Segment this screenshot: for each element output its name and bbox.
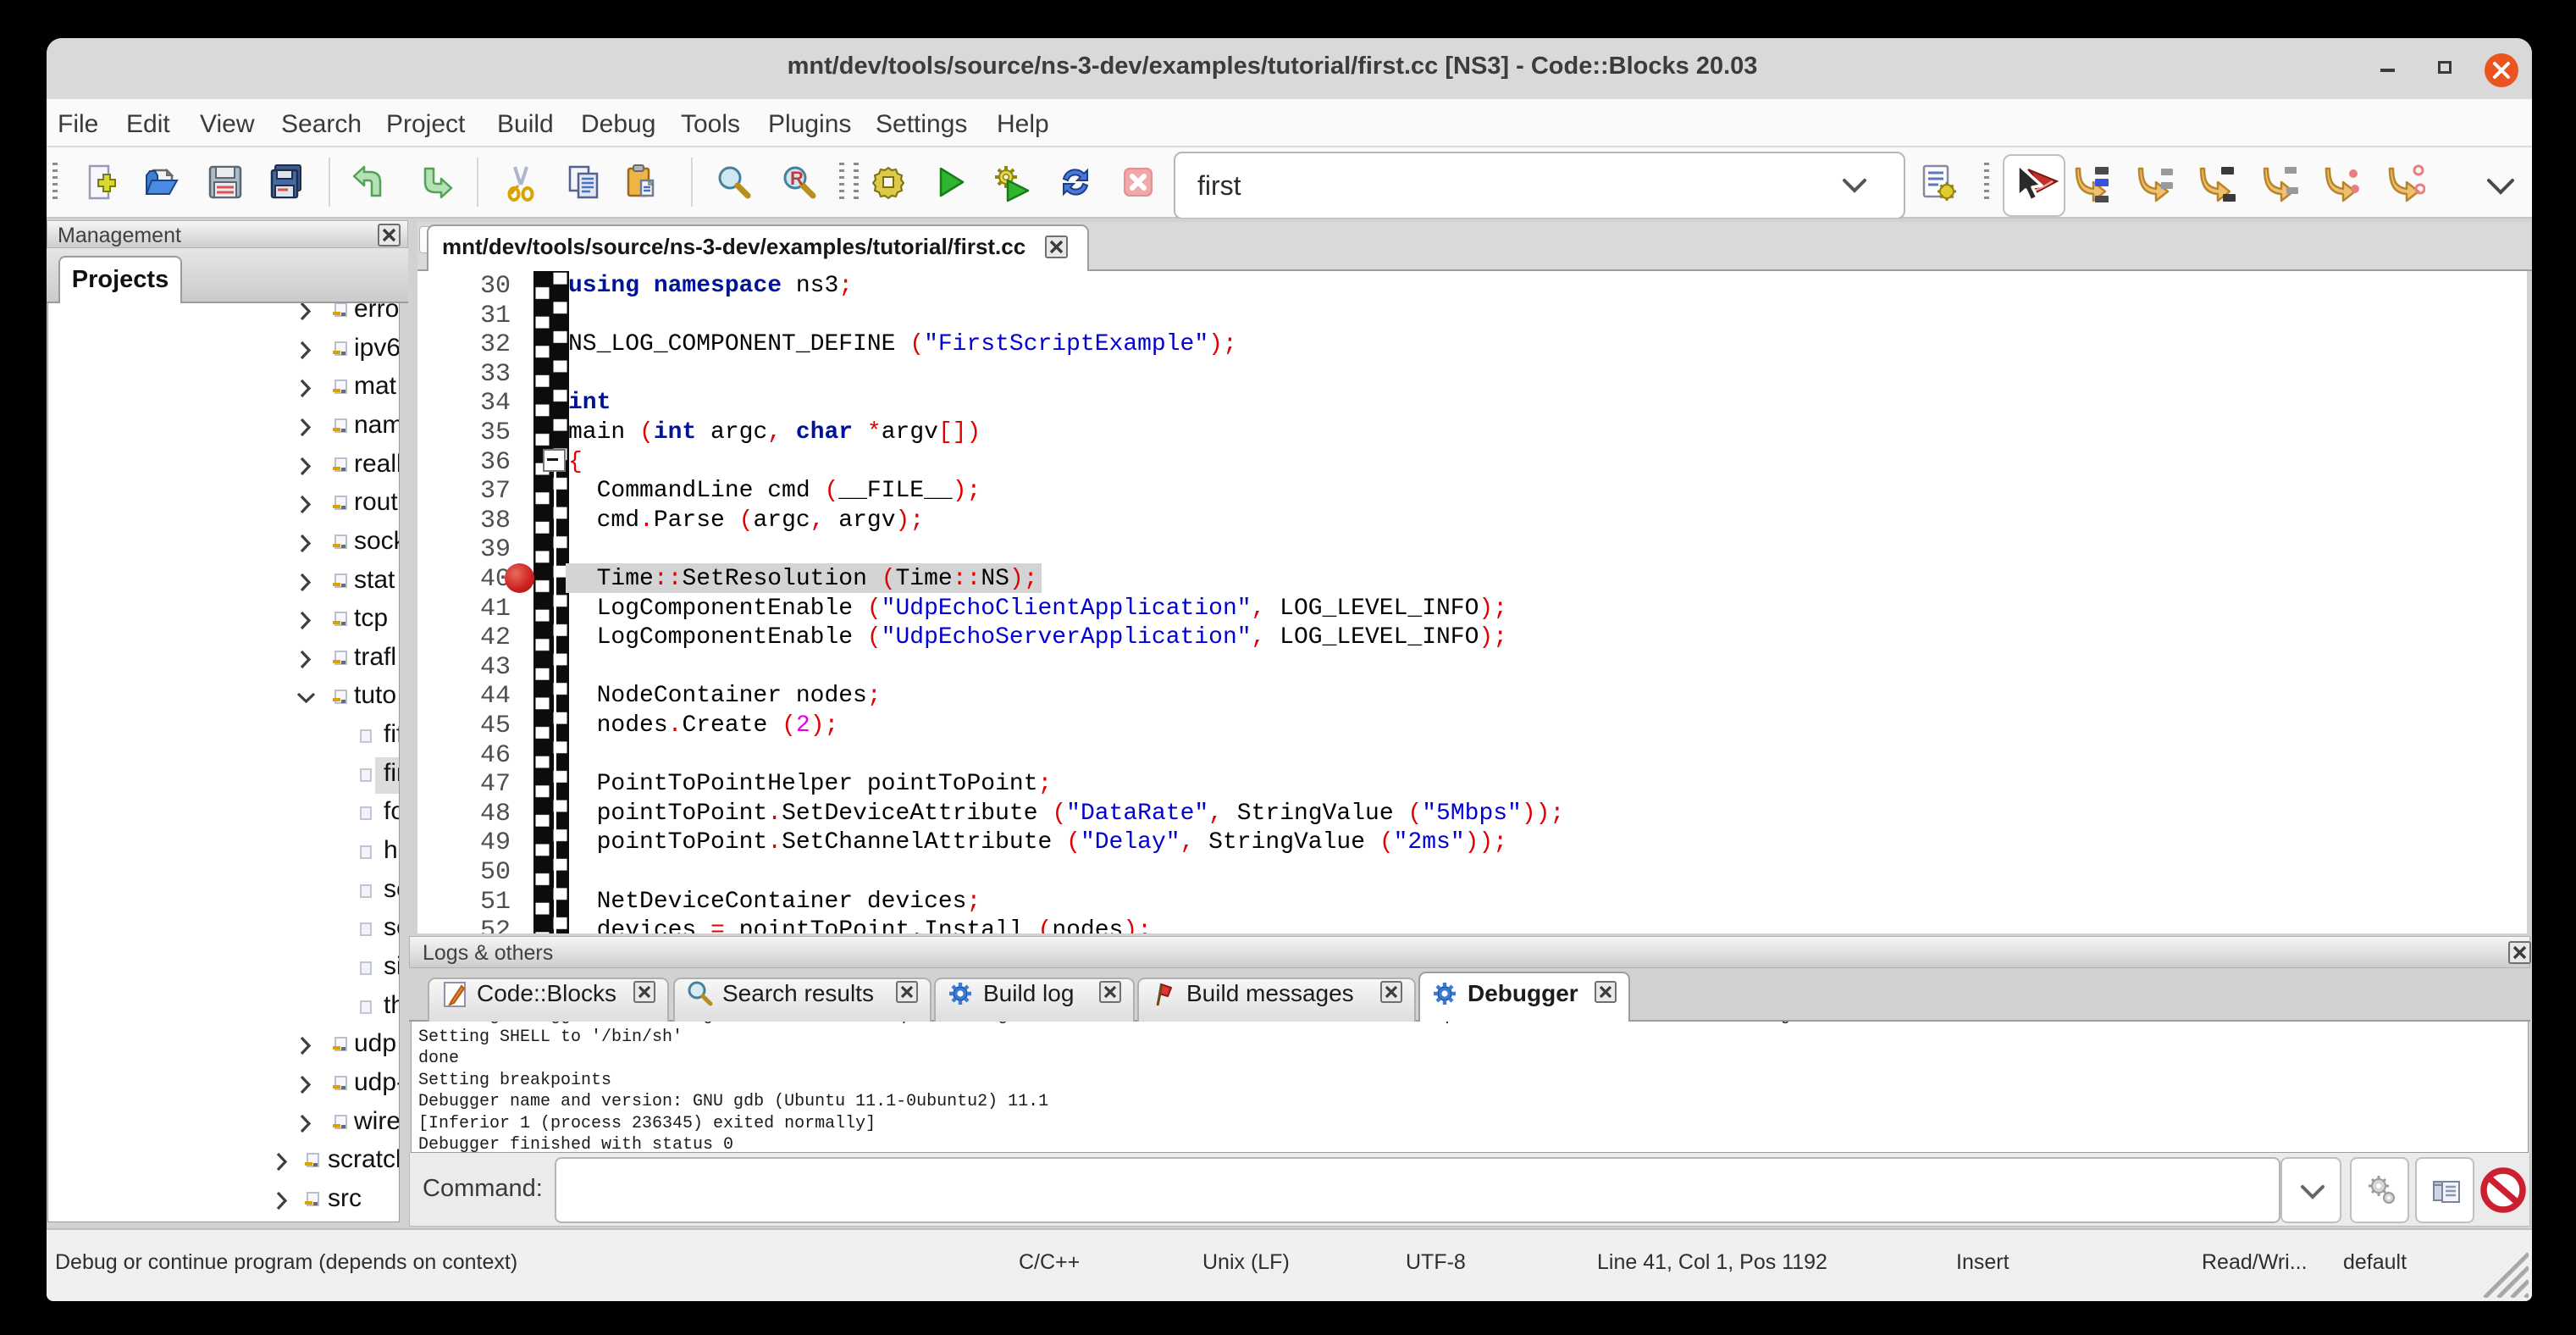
svg-text:R: R xyxy=(790,168,804,189)
